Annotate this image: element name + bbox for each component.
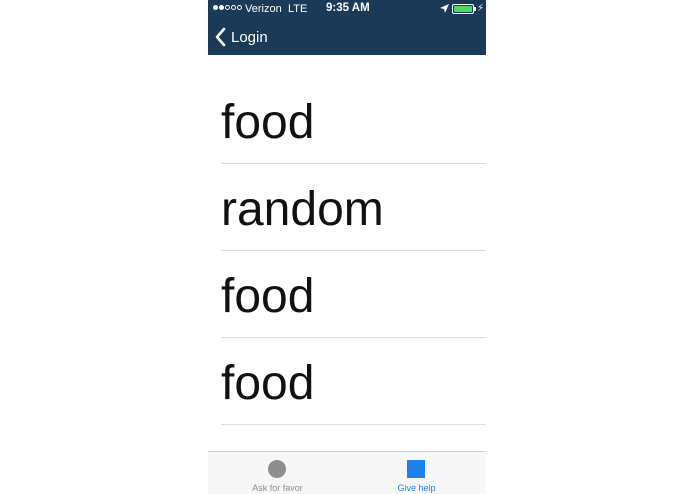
signal-dot	[237, 5, 242, 10]
status-bar: Verizon LTE 9:35 AM ⚡︎	[208, 0, 486, 18]
signal-dot	[213, 5, 218, 10]
signal-dot	[219, 5, 224, 10]
tab-give-help[interactable]: Give help	[347, 452, 486, 494]
list-item-label: food	[221, 357, 315, 410]
list-item[interactable]: food	[221, 77, 486, 164]
location-arrow-icon	[440, 4, 449, 13]
list-item-label: food	[221, 96, 315, 149]
tab-label: Ask for favor	[252, 483, 303, 493]
circle-icon	[268, 460, 286, 478]
battery-icon	[452, 4, 474, 14]
charging-bolt-icon: ⚡︎	[477, 3, 485, 14]
list-item[interactable]: food	[221, 251, 486, 338]
chevron-left-icon	[215, 27, 226, 47]
category-list[interactable]: food random food food food	[208, 55, 486, 451]
signal-dot	[225, 5, 230, 10]
tab-bar: Ask for favor Give help	[208, 451, 486, 494]
status-time: 9:35 AM	[326, 2, 370, 14]
phone-screen: Verizon LTE 9:35 AM ⚡︎ Login food random	[208, 0, 486, 494]
navigation-bar: Verizon LTE 9:35 AM ⚡︎ Login	[208, 0, 486, 55]
carrier-name: Verizon	[245, 3, 282, 15]
square-icon	[407, 460, 425, 478]
list-item[interactable]: random	[221, 164, 486, 251]
signal-strength-icon	[213, 5, 242, 10]
list-item-label: random	[221, 183, 384, 236]
tab-label: Give help	[397, 483, 436, 493]
back-button[interactable]: Login	[214, 26, 268, 48]
list-item[interactable]: food	[221, 338, 486, 425]
back-button-label: Login	[231, 28, 268, 46]
battery-fill	[454, 6, 472, 12]
battery-tip	[474, 7, 476, 11]
signal-dot	[231, 5, 236, 10]
list-item[interactable]: food	[221, 425, 486, 452]
network-type: LTE	[288, 3, 308, 15]
tab-ask-for-favor[interactable]: Ask for favor	[208, 452, 347, 494]
list-item-label: food	[221, 270, 315, 323]
